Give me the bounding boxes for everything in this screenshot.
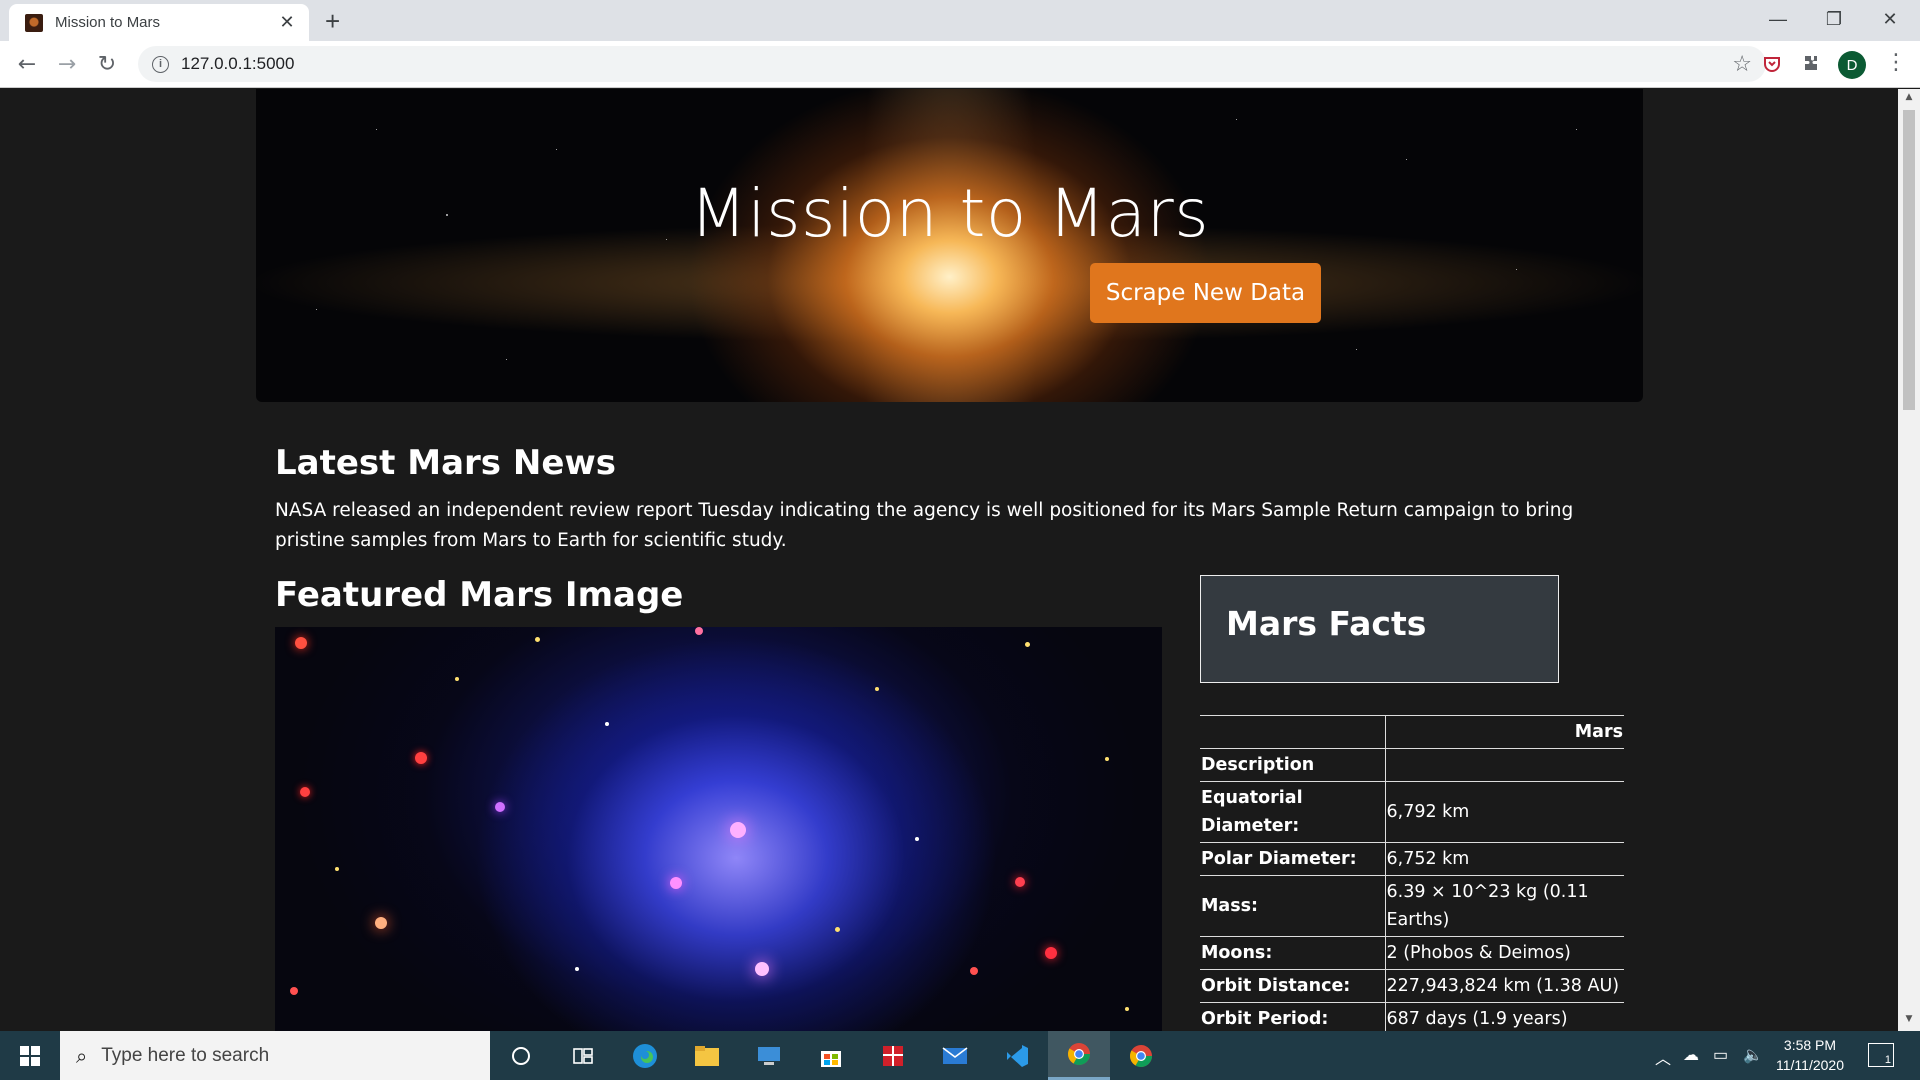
- featured-mars-image[interactable]: [275, 627, 1162, 1031]
- table-row: Equatorial Diameter: 6,792 km: [1200, 781, 1624, 843]
- table-row: Moons: 2 (Phobos & Deimos): [1200, 936, 1624, 970]
- browser-tab[interactable]: Mission to Mars ✕: [9, 4, 309, 41]
- gift-icon[interactable]: [862, 1031, 924, 1080]
- taskbar-search-box[interactable]: ⌕ Type here to search: [60, 1031, 490, 1080]
- clock-date: 11/11/2020: [1776, 1057, 1844, 1073]
- bookmark-star-icon[interactable]: ☆: [1732, 52, 1752, 77]
- volume-icon[interactable]: 🔈: [1743, 1045, 1763, 1065]
- mars-facts-card: Mars Facts: [1200, 575, 1559, 683]
- news-paragraph: NASA released an independent review repo…: [275, 500, 1574, 551]
- battery-icon[interactable]: ▭: [1713, 1045, 1728, 1065]
- remote-desktop-icon[interactable]: [738, 1031, 800, 1080]
- site-info-icon[interactable]: i: [152, 55, 169, 73]
- scrollbar-thumb[interactable]: [1903, 110, 1915, 410]
- fact-label: Moons:: [1200, 936, 1386, 970]
- edge-icon[interactable]: [614, 1031, 676, 1080]
- search-icon: ⌕: [76, 1043, 88, 1068]
- extensions-puzzle-icon[interactable]: [1797, 50, 1825, 78]
- table-row: Mass: 6.39 × 10^23 kg (0.11 Earths): [1200, 875, 1624, 937]
- tab-title: Mission to Mars: [55, 14, 161, 31]
- store-icon[interactable]: [800, 1031, 862, 1080]
- vscode-icon[interactable]: [986, 1031, 1048, 1080]
- news-heading: Latest Mars News: [275, 443, 617, 483]
- chrome-icon[interactable]: [1048, 1031, 1110, 1080]
- featured-image-heading: Featured Mars Image: [275, 575, 684, 615]
- start-button[interactable]: [0, 1031, 60, 1080]
- reload-icon[interactable]: ↻: [92, 49, 122, 79]
- fact-value: 6.39 × 10^23 kg (0.11 Earths): [1385, 875, 1624, 937]
- fact-label: Orbit Distance:: [1200, 969, 1386, 1003]
- table-row: Polar Diameter: 6,752 km: [1200, 842, 1624, 876]
- fact-label: Mass:: [1200, 875, 1386, 937]
- fact-value: [1385, 748, 1624, 782]
- mars-facts-heading: Mars Facts: [1226, 604, 1427, 643]
- table-row: Orbit Distance: 227,943,824 km (1.38 AU): [1200, 969, 1624, 1003]
- new-tab-icon[interactable]: +: [325, 6, 340, 37]
- onedrive-icon[interactable]: ☁: [1683, 1045, 1699, 1065]
- table-row: Orbit Period: 687 days (1.9 years): [1200, 1002, 1624, 1031]
- address-bar[interactable]: i 127.0.0.1:5000 ☆: [138, 46, 1766, 82]
- taskbar-search-placeholder: Type here to search: [101, 1044, 270, 1066]
- mars-facts-table: Mars Description Equatorial Diameter: 6,7…: [1200, 715, 1624, 1031]
- browser-menu-icon[interactable]: ⋮: [1885, 50, 1907, 75]
- profile-avatar[interactable]: D: [1838, 51, 1866, 79]
- pocket-extension-icon[interactable]: [1758, 50, 1786, 78]
- scroll-down-icon[interactable]: ▼: [1903, 1014, 1915, 1024]
- tab-close-icon[interactable]: ✕: [277, 12, 297, 33]
- fact-value: 687 days (1.9 years): [1385, 1002, 1624, 1031]
- fact-label: Polar Diameter:: [1200, 842, 1386, 876]
- chrome-icon[interactable]: [1110, 1031, 1172, 1080]
- forward-icon[interactable]: →: [52, 49, 82, 79]
- scrape-new-data-button[interactable]: Scrape New Data: [1090, 263, 1321, 323]
- clock-time: 3:58 PM: [1783, 1037, 1837, 1053]
- notification-center-icon[interactable]: 1: [1868, 1043, 1894, 1067]
- minimize-icon[interactable]: —: [1750, 2, 1806, 36]
- hero-title: Mission to Mars: [689, 175, 1210, 252]
- back-icon[interactable]: ←: [12, 49, 42, 79]
- table-header-row: Mars: [1200, 715, 1624, 749]
- tab-favicon-icon: [25, 13, 43, 32]
- scroll-up-icon[interactable]: ▲: [1903, 92, 1915, 102]
- cortana-icon[interactable]: [490, 1031, 552, 1080]
- taskbar-clock[interactable]: 3:58 PM 11/11/2020: [1765, 1035, 1855, 1075]
- task-view-icon[interactable]: [552, 1031, 614, 1080]
- tray-chevron-icon[interactable]: ︿: [1655, 1045, 1671, 1069]
- windows-taskbar: ⌕ Type here to search ︿ ☁ ▭ 🔈 3:58 PM 11…: [0, 1031, 1920, 1080]
- fact-label: Description: [1200, 748, 1386, 782]
- notification-count: 1: [1884, 1054, 1891, 1066]
- table-header-empty: [1200, 715, 1386, 749]
- page-viewport: Mission to Mars Scrape New Data Latest M…: [0, 89, 1898, 1031]
- windows-logo-icon: [20, 1045, 40, 1066]
- fact-value: 227,943,824 km (1.38 AU): [1385, 969, 1624, 1003]
- restore-icon[interactable]: ❐: [1806, 2, 1862, 36]
- url-text[interactable]: 127.0.0.1:5000: [181, 54, 294, 74]
- browser-toolbar: ← → ↻ i 127.0.0.1:5000 ☆: [0, 41, 1920, 88]
- fact-value: 2 (Phobos & Deimos): [1385, 936, 1624, 970]
- close-window-icon[interactable]: ✕: [1862, 2, 1918, 36]
- hero-banner: Mission to Mars Scrape New Data: [256, 89, 1643, 402]
- fact-value: 6,792 km: [1385, 781, 1624, 843]
- file-explorer-icon[interactable]: [676, 1031, 738, 1080]
- table-row: Description: [1200, 748, 1624, 782]
- fact-label: Equatorial Diameter:: [1200, 781, 1386, 843]
- fact-label: Orbit Period:: [1200, 1002, 1386, 1031]
- browser-tab-strip: Mission to Mars ✕ + — ❐ ✕: [0, 0, 1920, 41]
- fact-value: 6,752 km: [1385, 842, 1624, 876]
- mail-icon[interactable]: [924, 1031, 986, 1080]
- table-header-mars: Mars: [1385, 715, 1624, 749]
